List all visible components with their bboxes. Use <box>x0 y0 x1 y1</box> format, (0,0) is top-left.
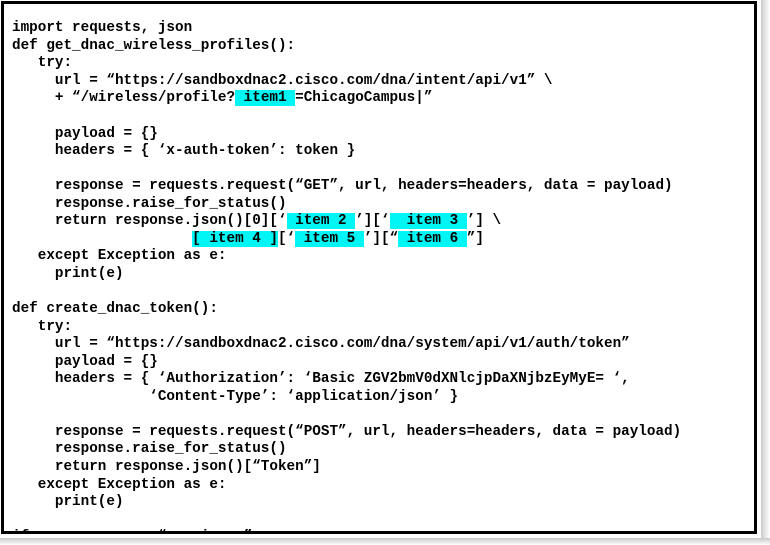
code-line: response = requests.request(“POST”, url,… <box>12 424 754 442</box>
code-line: print(e) <box>12 266 754 284</box>
code-text: print(e) <box>12 494 124 511</box>
code-line: response.raise_for_status() <box>12 196 754 214</box>
highlighted-token[interactable]: item1 <box>235 90 296 107</box>
code-line: return response.json()[0][‘ item 2 ’][‘ … <box>12 213 754 231</box>
highlighted-token[interactable]: item 5 <box>295 230 364 247</box>
highlighted-token[interactable]: [ item 4 ] <box>192 230 278 247</box>
code-line: + “/wireless/profile? item1 =ChicagoCamp… <box>12 90 754 108</box>
code-line: if ___name___ == “__main___”: <box>12 529 754 531</box>
code-line: try: <box>12 55 754 73</box>
code-text: response.raise_for_status() <box>12 441 287 458</box>
code-text: except Exception as e: <box>12 248 227 265</box>
highlighted-token[interactable]: item 2 <box>286 213 356 230</box>
code-text: payload = {} <box>12 125 158 142</box>
code-line: print(e) <box>12 494 754 512</box>
code-text: + “/wireless/profile? <box>12 90 236 107</box>
code-text: headers = { ‘Authorization’: ‘Basic ZGV2… <box>12 371 630 388</box>
code-line: except Exception as e: <box>12 477 754 495</box>
code-text: print(e) <box>12 265 124 282</box>
code-text: response.raise_for_status() <box>12 195 287 212</box>
code-text: ’][“ <box>363 230 399 247</box>
code-line: [ item 4 ][‘ item 5 ’][“ item 6 ”] <box>12 230 754 249</box>
code-line: payload = {} <box>12 354 754 372</box>
code-text: url = “https://sandboxdnac2.cisco.com/dn… <box>12 336 630 353</box>
code-text: ”] <box>466 230 484 247</box>
code-line: import requests, json <box>12 20 754 38</box>
code-line: response.raise_for_status() <box>12 441 754 459</box>
code-text: if ___name___ == “__main___”: <box>12 529 261 531</box>
code-line: def create_dnac_token(): <box>12 301 754 319</box>
highlighted-token[interactable]: item 3 <box>389 213 467 230</box>
code-text: ’][‘ <box>355 213 390 230</box>
python-code-block: import requests, json def get_dnac_wirele… <box>12 20 754 531</box>
code-text: =ChicagoCampus|” <box>295 90 433 107</box>
code-snippet-panel: import requests, json def get_dnac_wirele… <box>1 1 757 534</box>
code-line: ‘Content-Type’: ‘application/json’ } <box>12 389 754 407</box>
panel-right-shadow <box>761 0 770 545</box>
code-text: return response.json()[0][‘ <box>12 213 287 230</box>
code-text: ‘Content-Type’: ‘application/json’ } <box>12 388 459 405</box>
code-text: except Exception as e: <box>12 476 227 493</box>
code-text: return response.json()[“Token”] <box>12 458 321 475</box>
code-line: except Exception as e: <box>12 248 754 266</box>
code-line: headers = { ‘x-auth-token’: token } <box>12 143 754 161</box>
code-line: url = “https://sandboxdnac2.cisco.com/dn… <box>12 336 754 354</box>
code-text: try: <box>12 318 73 335</box>
code-text: response = requests.request(“GET”, url, … <box>12 178 673 195</box>
code-line: payload = {} <box>12 126 754 144</box>
code-text: url = “https://sandboxdnac2.cisco.com/dn… <box>12 72 553 89</box>
code-text: def create_dnac_token(): <box>12 301 218 318</box>
code-line: def get_dnac_wireless_profiles(): <box>12 38 754 56</box>
code-text: try: <box>12 55 73 72</box>
code-text: [‘ <box>277 230 296 247</box>
code-text: import requests, json <box>12 20 193 37</box>
code-text: def get_dnac_wireless_profiles(): <box>12 37 296 54</box>
highlighted-token[interactable]: item 6 <box>398 230 467 247</box>
code-text: response = requests.request(“POST”, url,… <box>12 423 682 440</box>
code-text: ’] \ <box>466 213 502 230</box>
code-text: headers = { ‘x-auth-token’: token } <box>12 143 356 160</box>
code-line: return response.json()[“Token”] <box>12 459 754 477</box>
panel-bottom-shadow <box>0 538 770 545</box>
screenshot-frame: import requests, json def get_dnac_wirele… <box>0 0 770 545</box>
code-text: payload = {} <box>12 353 158 370</box>
code-line: headers = { ‘Authorization’: ‘Basic ZGV2… <box>12 371 754 389</box>
code-line: try: <box>12 319 754 337</box>
code-line: response = requests.request(“GET”, url, … <box>12 178 754 196</box>
code-line: url = “https://sandboxdnac2.cisco.com/dn… <box>12 73 754 91</box>
